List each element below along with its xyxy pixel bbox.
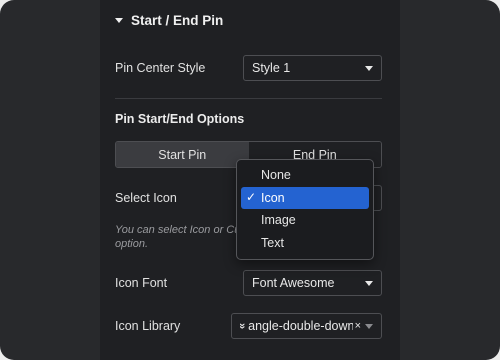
select-icon-label: Select Icon [115, 191, 177, 205]
select-icon-help-cont: option. [115, 238, 149, 250]
icon-library-label: Icon Library [115, 319, 181, 333]
tab-start-pin[interactable]: Start Pin [116, 142, 249, 167]
option-label: None [261, 168, 291, 183]
pin-options-heading: Pin Start/End Options [115, 112, 245, 126]
chevron-down-icon [365, 65, 373, 71]
icon-font-select[interactable]: Font Awesome [243, 270, 382, 296]
icon-font-value: Font Awesome [252, 276, 335, 290]
dropdown-option-icon[interactable]: ✓ Icon [241, 186, 369, 209]
select-icon-help: You can select Icon or Cu [115, 224, 240, 236]
checkmark-icon: ✓ [246, 189, 257, 204]
chevron-down-icon [365, 280, 373, 286]
chevron-down-icon [365, 323, 373, 329]
section-title: Start / End Pin [131, 12, 224, 28]
pin-center-style-select[interactable]: Style 1 [243, 55, 382, 81]
divider [115, 98, 382, 99]
dropdown-option-text[interactable]: Text [241, 232, 369, 255]
app-frame: Start / End Pin Pin Center Style Style 1… [0, 0, 500, 360]
option-label: Image [261, 213, 296, 228]
icon-font-label: Icon Font [115, 276, 168, 290]
option-label: Text [261, 235, 284, 250]
dropdown-option-image[interactable]: Image [241, 209, 369, 232]
angle-double-down-icon: » [236, 322, 249, 330]
icon-library-value: angle-double-down [248, 319, 353, 333]
pin-center-style-value: Style 1 [252, 61, 291, 75]
select-icon-dropdown: None ✓ Icon Image Text [236, 159, 374, 260]
dropdown-option-none[interactable]: None [241, 164, 369, 187]
option-label: Icon [261, 190, 285, 205]
pin-center-style-label: Pin Center Style [115, 61, 206, 75]
icon-library-select[interactable]: » angle-double-down × [231, 313, 382, 339]
section-toggle[interactable]: Start / End Pin [115, 10, 223, 30]
clear-icon[interactable]: × [355, 320, 361, 332]
caret-down-icon [115, 17, 123, 23]
